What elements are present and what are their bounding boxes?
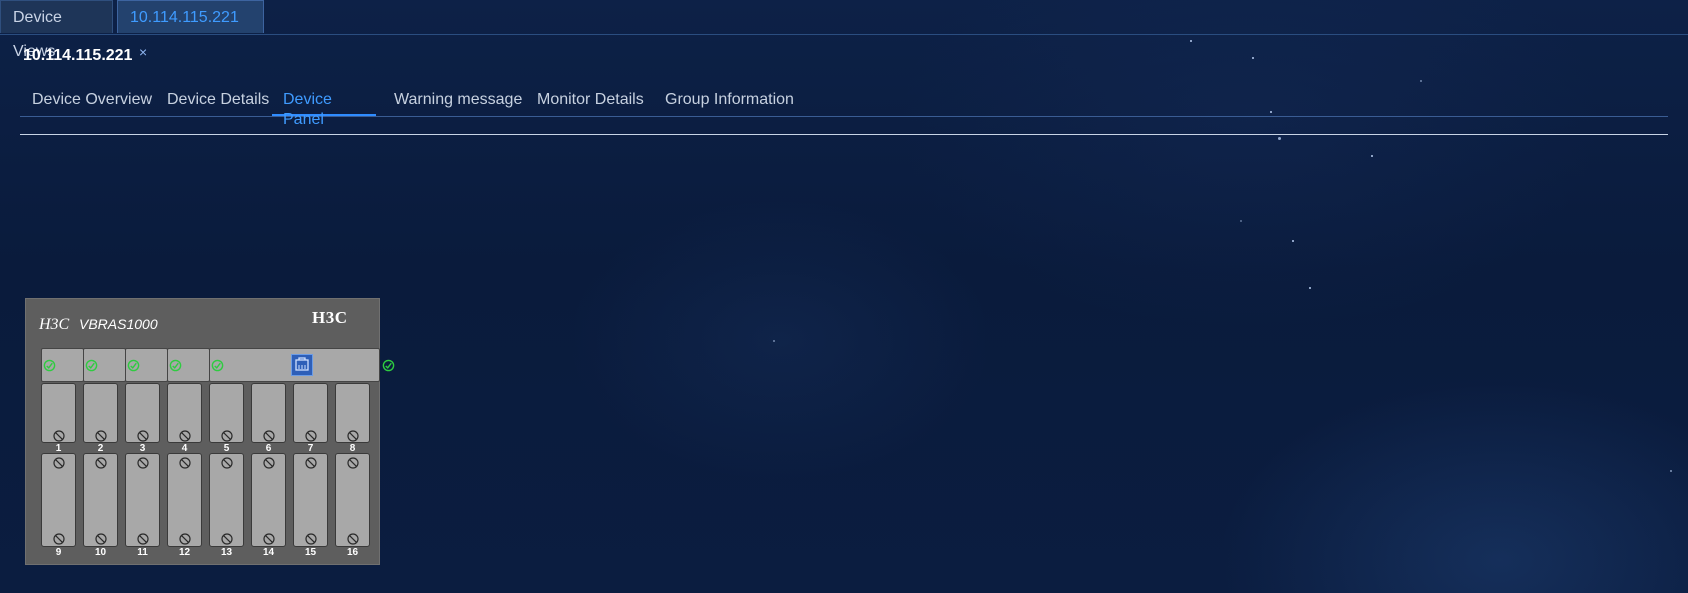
tab-device-ip[interactable]: 10.114.115.221 × (117, 0, 264, 60)
top-slot[interactable] (167, 348, 210, 382)
screw-icon (263, 456, 275, 469)
slot-card[interactable] (41, 453, 76, 547)
screw-icon (263, 532, 275, 545)
slot-card[interactable] (209, 453, 244, 547)
screw-icon (305, 532, 317, 545)
tab-warning-message[interactable]: Warning message (394, 90, 522, 116)
h3c-logo: H3C (312, 308, 348, 327)
top-slot[interactable] (41, 348, 84, 382)
slot-number: 12 (178, 547, 191, 558)
sub-tab-bar: Device Overview Device Details Device Pa… (20, 86, 1668, 128)
screw-icon (179, 456, 191, 469)
ethernet-port-icon[interactable] (291, 354, 313, 376)
screw-icon (347, 456, 359, 469)
screw-icon (53, 532, 65, 545)
tab-device-views[interactable]: Device Views (0, 0, 113, 60)
tab-label: 10.114.115.221 (130, 9, 239, 26)
slot-number: 15 (304, 547, 317, 558)
slot-card[interactable] (83, 453, 118, 547)
slot-card[interactable] (209, 383, 244, 443)
screw-icon (137, 456, 149, 469)
slot-number: 16 (346, 547, 359, 558)
window-tab-strip: Device Views 10.114.115.221 × (0, 0, 1688, 60)
slot-card[interactable] (167, 453, 202, 547)
check-circle-icon (211, 359, 224, 372)
tab-monitor-details[interactable]: Monitor Details (537, 90, 644, 116)
slot-number: 9 (55, 547, 62, 558)
content-divider (20, 134, 1668, 135)
screw-icon (263, 429, 275, 442)
top-slot[interactable] (83, 348, 126, 382)
slot-card[interactable] (125, 383, 160, 443)
screw-icon (95, 429, 107, 442)
screw-icon (137, 429, 149, 442)
screw-icon (137, 532, 149, 545)
screw-icon (347, 532, 359, 545)
slot-card[interactable] (335, 383, 370, 443)
screw-icon (95, 532, 107, 545)
tab-device-overview[interactable]: Device Overview (32, 90, 152, 116)
tab-group-information[interactable]: Group Information (665, 90, 794, 116)
slot-card[interactable] (41, 383, 76, 443)
screw-icon (305, 429, 317, 442)
screw-icon (95, 456, 107, 469)
device-brand: H3C (39, 316, 70, 333)
slot-card[interactable] (335, 453, 370, 547)
screw-icon (347, 429, 359, 442)
screw-icon (53, 429, 65, 442)
slot-card[interactable] (83, 383, 118, 443)
check-circle-icon (382, 359, 395, 372)
top-slot[interactable] (125, 348, 168, 382)
check-circle-icon (43, 359, 56, 372)
slot-card[interactable] (251, 383, 286, 443)
slot-number: 14 (262, 547, 275, 558)
page-title: 10.114.115.221 (23, 47, 133, 64)
slot-card[interactable] (293, 383, 328, 443)
screw-icon (179, 429, 191, 442)
screw-icon (305, 456, 317, 469)
screw-icon (221, 429, 233, 442)
screw-icon (53, 456, 65, 469)
slot-number: 10 (94, 547, 107, 558)
tab-device-panel[interactable]: Device Panel (272, 90, 376, 128)
screw-icon (221, 532, 233, 545)
close-icon[interactable]: × (139, 44, 147, 60)
slot-number: 13 (220, 547, 233, 558)
slot-card[interactable] (125, 453, 160, 547)
screw-icon (179, 532, 191, 545)
slot-card[interactable] (251, 453, 286, 547)
slot-card[interactable] (167, 383, 202, 443)
screw-icon (221, 456, 233, 469)
slot-card[interactable] (293, 453, 328, 547)
device-panel: H3C VBRAS1000 H3C 12345678 9 10 11 12 13 14 15… (25, 298, 395, 565)
device-model: VBRAS1000 (79, 316, 158, 332)
check-circle-icon (169, 359, 182, 372)
tab-device-details[interactable]: Device Details (167, 90, 269, 116)
check-circle-icon (85, 359, 98, 372)
slot-number: 11 (137, 547, 148, 558)
check-circle-icon (127, 359, 140, 372)
top-slot-main[interactable] (209, 348, 395, 382)
